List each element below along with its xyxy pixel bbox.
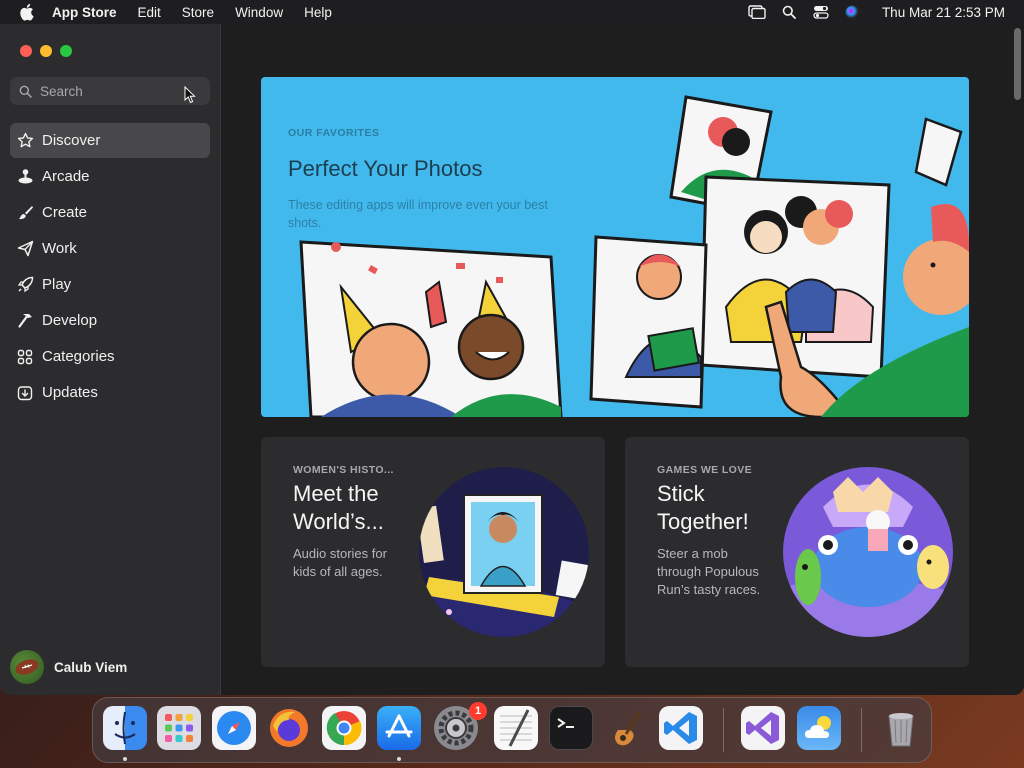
card-subtitle: Audio stories for kids of all ages. [293,546,387,579]
control-center-icon[interactable] [810,4,832,20]
menu-bar: App Store Edit Store Window Help Thu Mar… [0,0,1024,24]
finder-icon[interactable] [103,706,147,750]
sidebar-item-label: Create [42,204,88,221]
minimize-window-button[interactable] [40,45,52,57]
card-subtitle: Steer a mob through Populous Run’s tasty… [657,546,761,597]
launchpad-icon[interactable] [157,706,201,750]
hammer-icon [16,312,34,329]
textedit-icon[interactable] [494,706,538,750]
sidebar-item-label: Updates [42,384,98,401]
account-button[interactable]: Calub Viem [10,650,127,684]
search-input[interactable]: Search [40,84,83,99]
weather-icon[interactable] [797,706,841,750]
sidebar-item-label: Arcade [42,168,90,185]
card-title: Meet the World’s... [293,481,384,534]
siri-icon[interactable] [842,4,864,20]
hero-subtitle: These editing apps will improve even you… [288,198,548,230]
zoom-window-button[interactable] [60,45,72,57]
sidebar-item-play[interactable]: Play [10,267,210,302]
paper-plane-icon [16,240,34,257]
user-name: Calub Viem [54,659,128,675]
visual-studio-icon[interactable] [741,706,785,750]
sidebar-item-work[interactable]: Work [10,231,210,266]
sidebar: Search Discover Arcade Create Work Play … [0,24,221,695]
vscode-icon[interactable] [659,706,703,750]
menu-help[interactable]: Help [304,5,332,20]
sidebar-item-arcade[interactable]: Arcade [10,159,210,194]
sidebar-item-create[interactable]: Create [10,195,210,230]
safari-icon[interactable] [212,706,256,750]
dock-separator [723,708,724,752]
running-indicator [397,757,401,761]
story-card-games-we-love[interactable]: GAMES WE LOVE Stick Together! Steer a mo… [625,437,969,667]
joystick-icon [16,168,34,185]
sidebar-item-label: Discover [42,132,101,149]
sidebar-item-discover[interactable]: Discover [10,123,210,158]
sidebar-item-updates[interactable]: Updates [10,375,210,410]
menu-bar-clock[interactable]: Thu Mar 21 2:53 PM [882,5,1005,20]
close-window-button[interactable] [20,45,32,57]
avatar [10,650,44,684]
search-icon [19,85,32,98]
grid-icon [16,349,34,365]
card-artwork [783,467,953,637]
sidebar-item-label: Work [42,240,77,257]
brush-icon [16,204,34,221]
rocket-icon [16,276,34,293]
dock-separator [861,708,862,752]
spotlight-search-icon[interactable] [778,4,800,20]
mouse-pointer-icon [184,85,196,109]
app-store-window: Search Discover Arcade Create Work Play … [0,24,1024,695]
menu-edit[interactable]: Edit [138,5,161,20]
card-eyebrow: GAMES WE LOVE [657,464,753,476]
download-icon [16,385,34,401]
firefox-icon[interactable] [267,706,311,750]
menu-app-name[interactable]: App Store [52,5,117,20]
apple-menu-icon[interactable] [18,3,36,21]
featured-banner[interactable]: OUR FAVORITES Perfect Your Photos These … [261,77,969,417]
chrome-icon[interactable] [322,706,366,750]
sidebar-item-develop[interactable]: Develop [10,303,210,338]
terminal-icon[interactable] [549,706,593,750]
window-controls [20,45,80,57]
sidebar-item-label: Play [42,276,72,293]
trash-icon[interactable] [879,706,923,750]
sidebar-item-label: Categories [42,348,115,365]
menu-window[interactable]: Window [235,5,283,20]
card-eyebrow: WOMEN'S HISTO... [293,464,394,476]
search-field[interactable]: Search [10,77,210,105]
star-icon [16,132,34,149]
main-content: OUR FAVORITES Perfect Your Photos These … [221,24,1024,695]
card-title: Stick Together! [657,481,749,534]
notification-badge: 1 [469,702,487,720]
card-artwork [419,467,589,637]
garageband-icon[interactable] [604,706,648,750]
story-card-womens-history[interactable]: WOMEN'S HISTO... Meet the World’s... Aud… [261,437,605,667]
app-store-icon[interactable] [377,706,421,750]
sidebar-nav: Discover Arcade Create Work Play Develop [10,123,210,411]
sidebar-item-categories[interactable]: Categories [10,339,210,374]
hero-eyebrow: OUR FAVORITES [288,127,380,139]
sidebar-item-label: Develop [42,312,98,329]
running-indicator [123,757,127,761]
menu-store[interactable]: Store [182,5,214,20]
scrollbar[interactable] [1014,28,1021,100]
screen-mirroring-icon[interactable] [746,4,768,20]
hero-title: Perfect Your Photos [288,156,483,181]
dock: 1 [92,697,932,763]
